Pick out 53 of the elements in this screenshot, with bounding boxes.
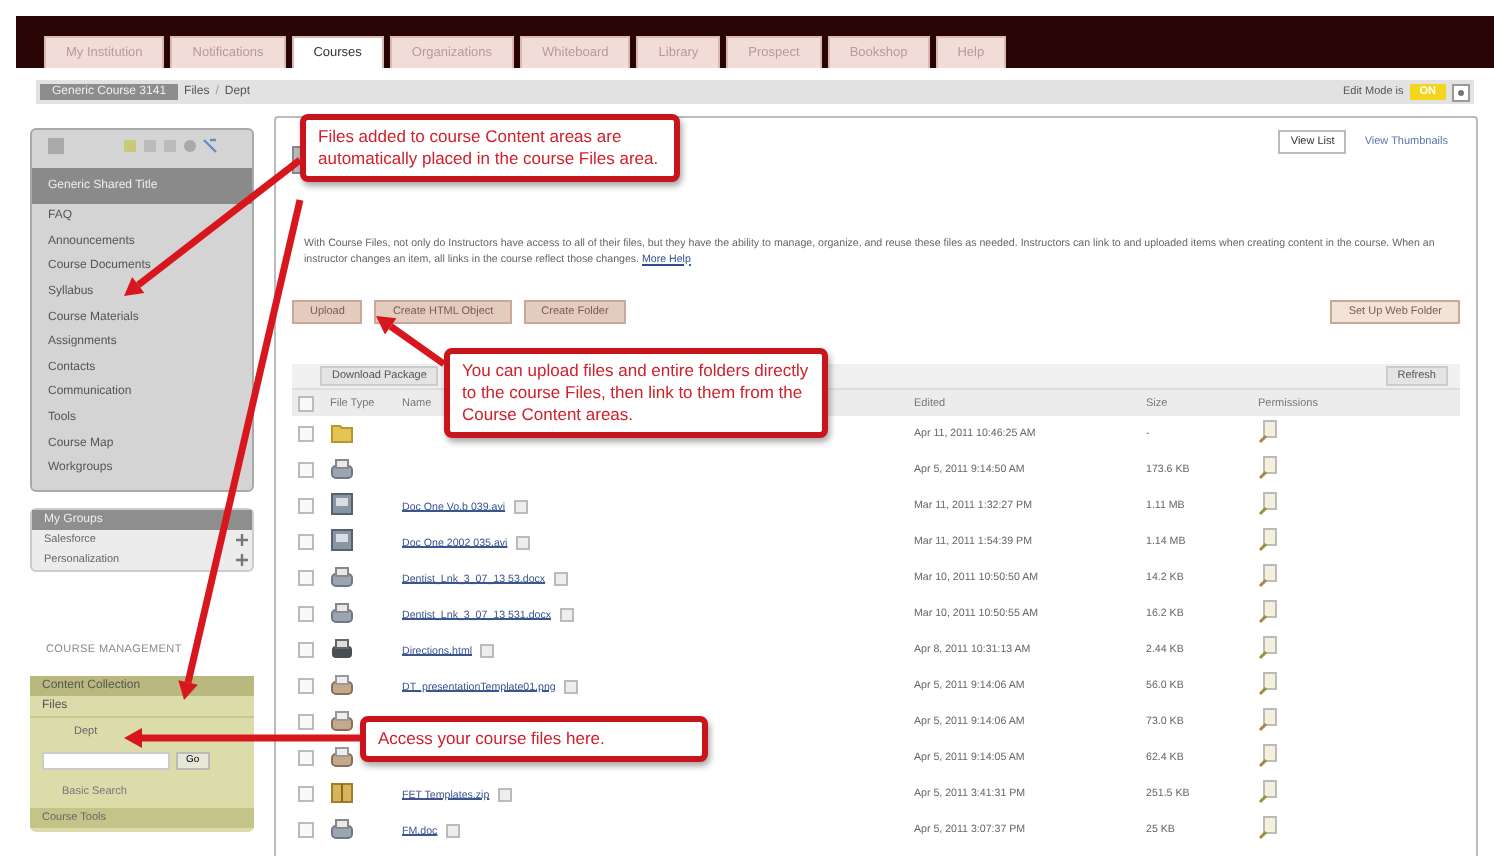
row-checkbox[interactable] <box>298 678 314 694</box>
pencil-icon <box>1258 492 1280 516</box>
row-checkbox[interactable] <box>298 498 314 514</box>
pencil-icon <box>1258 780 1280 804</box>
package-icon <box>330 780 354 804</box>
expand-icon <box>236 553 248 566</box>
pencil-icon <box>1258 708 1280 732</box>
pencil-icon <box>1258 600 1280 624</box>
pencil-icon <box>1258 672 1280 696</box>
callout-tooltip: Access your course files here. <box>360 716 708 762</box>
expand-icon <box>236 533 248 546</box>
pencil-icon <box>1258 564 1280 588</box>
printer-icon <box>330 708 354 732</box>
search-field[interactable] <box>42 751 170 770</box>
folder-icon <box>330 420 354 444</box>
printer-icon <box>330 636 354 660</box>
pencil-icon <box>1258 744 1280 768</box>
pencil-icon <box>1258 456 1280 480</box>
monitor-icon <box>330 492 354 516</box>
row-checkbox[interactable] <box>298 750 314 766</box>
options-icon <box>497 787 512 801</box>
options-icon <box>445 823 460 837</box>
options-icon <box>559 607 574 621</box>
monitor-icon <box>330 528 354 552</box>
printer-icon <box>330 744 354 768</box>
printer-icon <box>330 816 354 840</box>
printer-icon <box>330 600 354 624</box>
row-checkbox[interactable] <box>298 426 314 442</box>
pencil-icon <box>1258 528 1280 552</box>
row-checkbox[interactable] <box>298 642 314 658</box>
row-checkbox[interactable] <box>298 714 314 730</box>
select-all-checkbox[interactable] <box>298 395 314 411</box>
callout-tooltip: Files added to course Content areas are automatically placed in the course Files area. <box>300 114 680 182</box>
printer-icon <box>330 564 354 588</box>
printer-icon <box>330 672 354 696</box>
options-icon <box>515 535 530 549</box>
row-checkbox[interactable] <box>298 606 314 622</box>
row-checkbox[interactable] <box>298 786 314 802</box>
row-checkbox[interactable] <box>298 534 314 550</box>
pencil-icon <box>1258 816 1280 840</box>
printer-icon <box>330 456 354 480</box>
help-icon <box>1452 83 1470 101</box>
pencil-icon <box>1258 420 1280 444</box>
row-checkbox[interactable] <box>298 822 314 838</box>
pencil-icon <box>1258 636 1280 660</box>
arrow <box>376 316 446 367</box>
options-icon <box>513 499 528 513</box>
row-checkbox[interactable] <box>298 570 314 586</box>
options-icon <box>553 571 568 585</box>
row-checkbox[interactable] <box>298 462 314 478</box>
callout-tooltip: You can upload files and entire folders directly to the course Files, then link to them from the Course Content areas. <box>444 348 828 438</box>
options-icon <box>480 643 495 657</box>
options-icon <box>563 679 578 693</box>
